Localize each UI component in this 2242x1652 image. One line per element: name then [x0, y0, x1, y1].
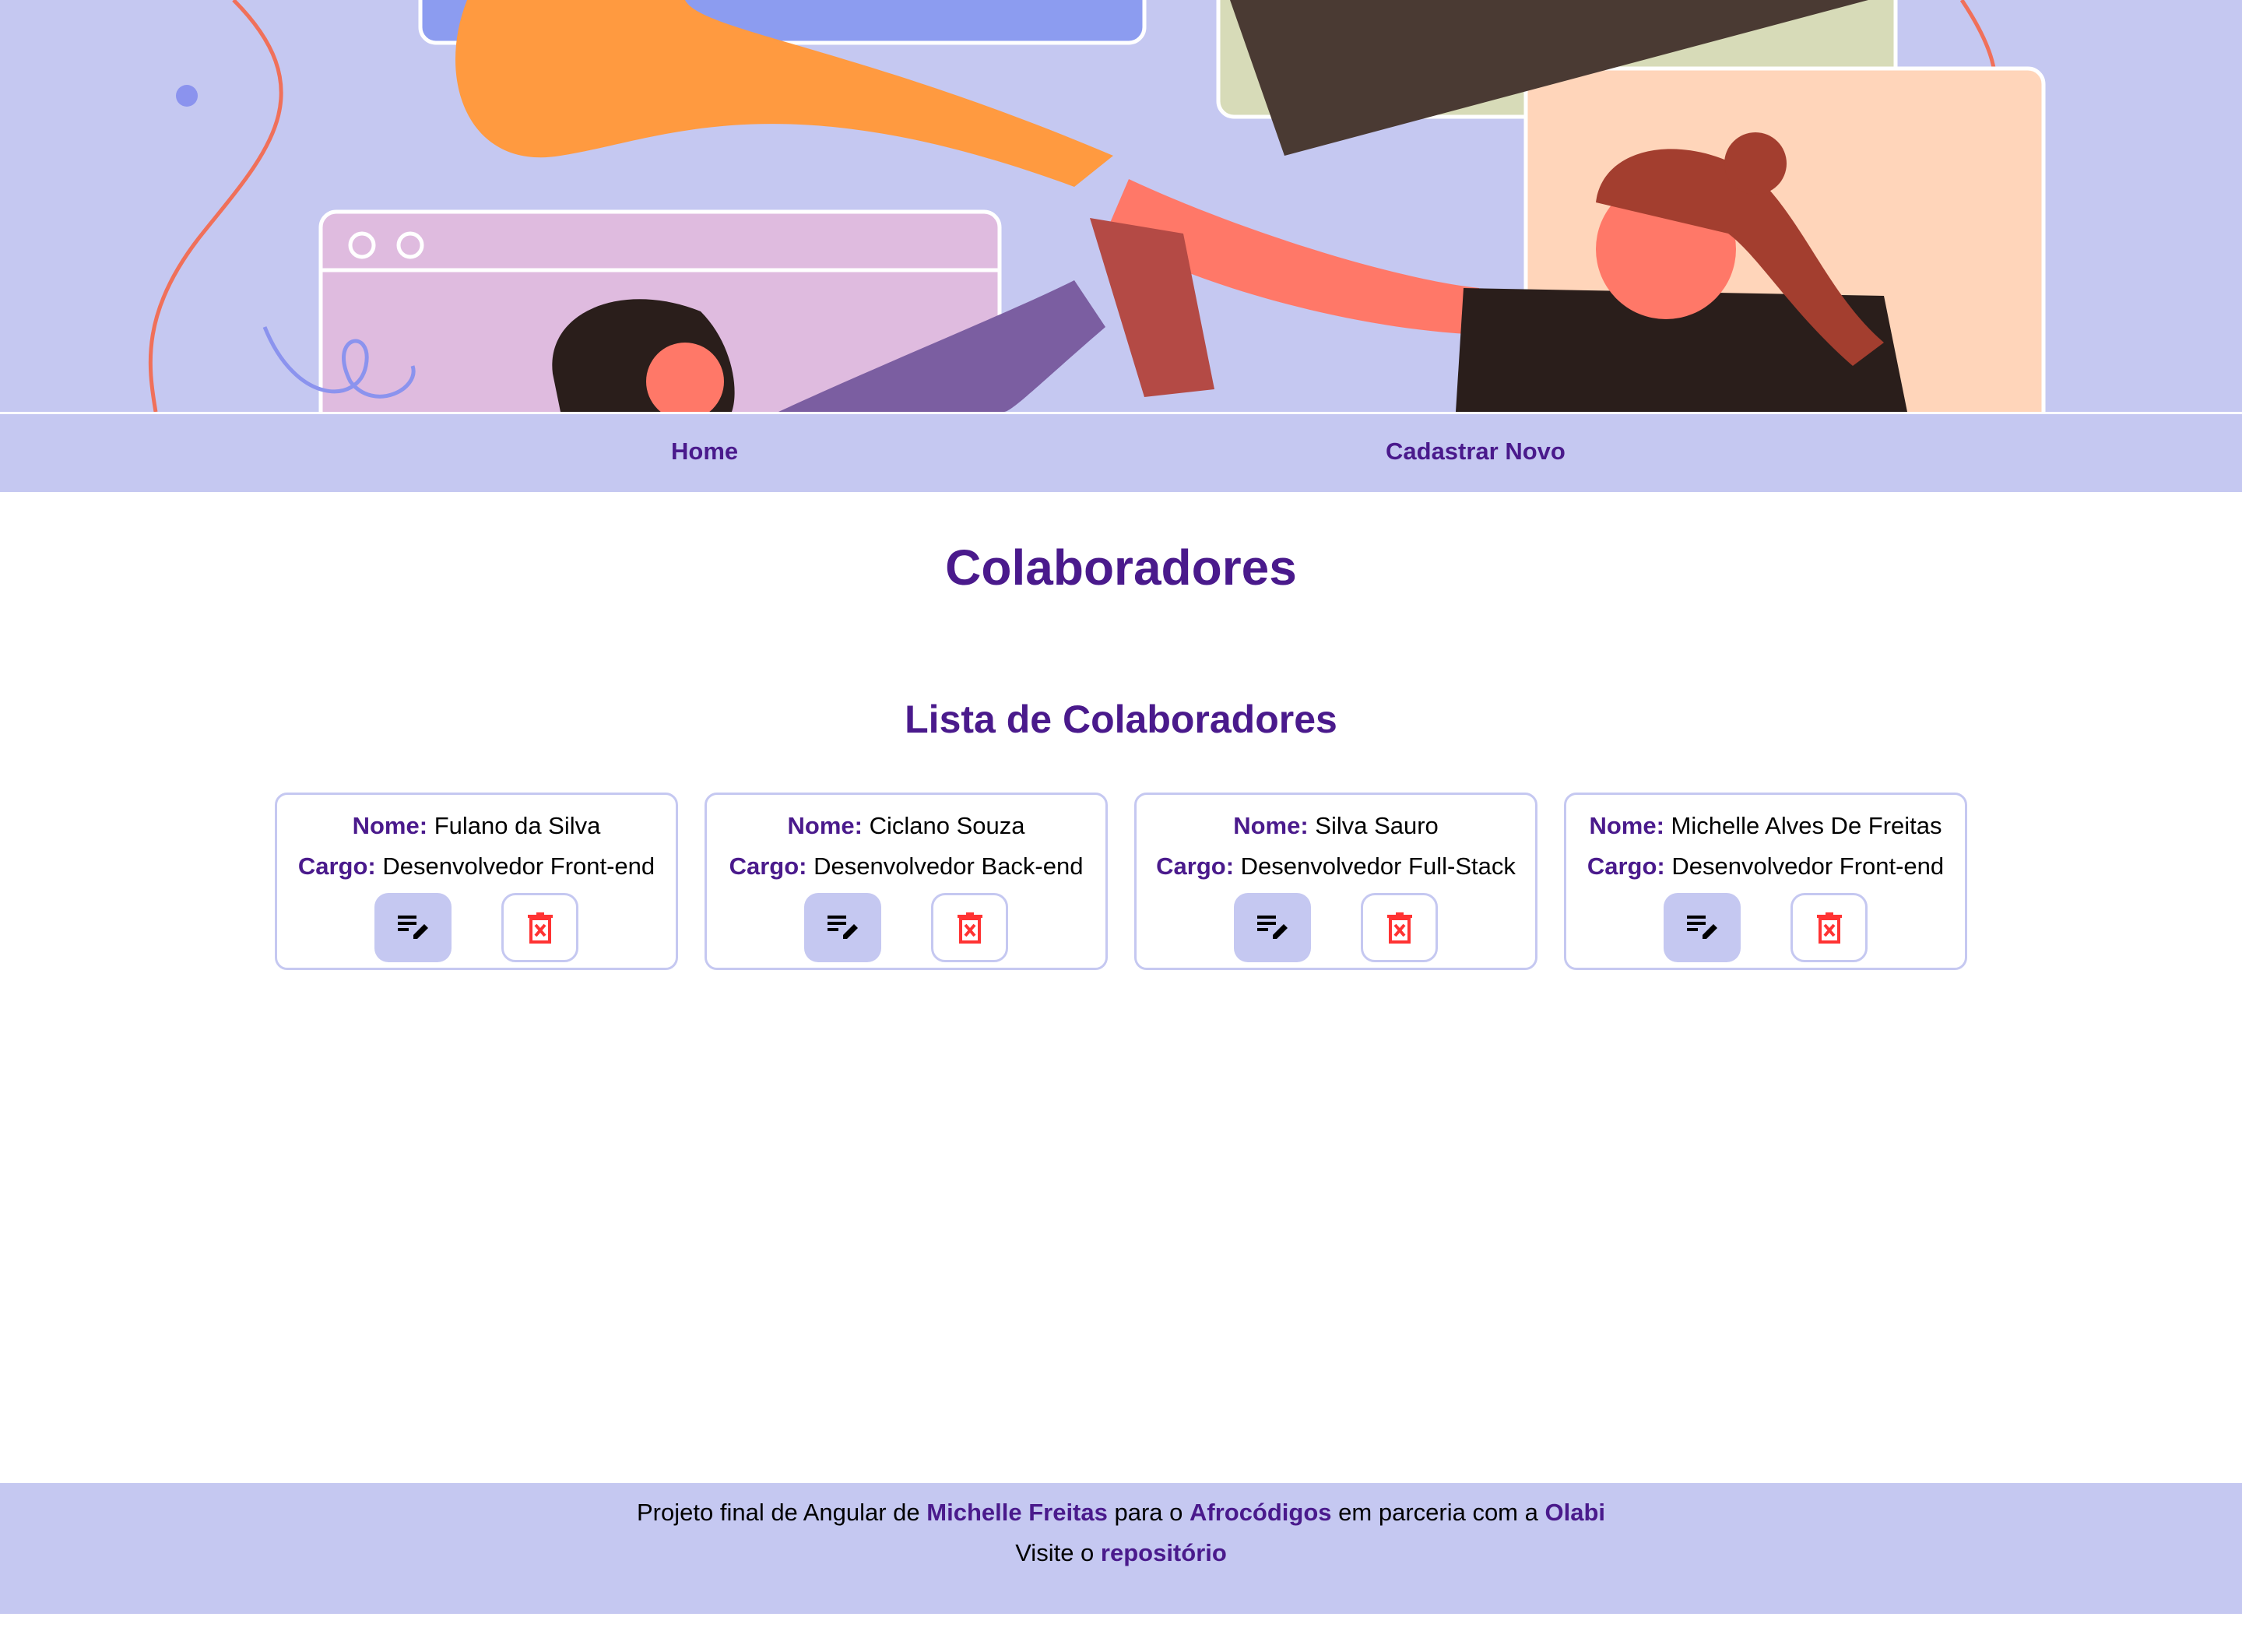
collaborator-card: Nome: Fulano da Silva Cargo: Desenvolved…: [275, 793, 678, 970]
collaborator-role: Desenvolvedor Front-end: [382, 852, 655, 880]
collaborator-name: Fulano da Silva: [434, 812, 601, 839]
hero-illustration: [0, 0, 2242, 412]
footer-text: Visite o: [1015, 1539, 1101, 1566]
repository-link[interactable]: repositório: [1101, 1539, 1227, 1566]
trash-x-icon: [527, 912, 553, 944]
role-label: Cargo:: [729, 852, 807, 880]
afrocodigos-link[interactable]: Afrocódigos: [1190, 1499, 1332, 1526]
page-title: Colaboradores: [945, 540, 1297, 596]
footer-text: Projeto final de Angular de: [637, 1499, 927, 1526]
edit-note-icon: [827, 915, 858, 939]
author-link[interactable]: Michelle Freitas: [926, 1499, 1108, 1526]
olabi-link[interactable]: Olabi: [1544, 1499, 1605, 1526]
collaborator-card: Nome: Michelle Alves De Freitas Cargo: D…: [1564, 793, 1967, 970]
delete-button[interactable]: [931, 893, 1008, 962]
edit-button[interactable]: [1664, 893, 1741, 962]
edit-button[interactable]: [374, 893, 452, 962]
trash-x-icon: [1816, 912, 1842, 944]
collaborator-card: Nome: Ciclano Souza Cargo: Desenvolvedor…: [705, 793, 1108, 970]
list-title: Lista de Colaboradores: [905, 698, 1337, 741]
role-label: Cargo:: [1587, 852, 1665, 880]
collaborator-role: Desenvolvedor Back-end: [814, 852, 1084, 880]
delete-button[interactable]: [1361, 893, 1438, 962]
collaborator-list: Nome: Fulano da Silva Cargo: Desenvolved…: [275, 793, 1967, 970]
edit-note-icon: [397, 915, 428, 939]
name-label: Nome:: [1589, 812, 1664, 839]
role-label: Cargo:: [297, 852, 376, 880]
delete-button[interactable]: [501, 893, 578, 962]
top-nav: Home Cadastrar Novo: [0, 412, 2242, 492]
edit-button[interactable]: [804, 893, 881, 962]
collaborator-name: Michelle Alves De Freitas: [1671, 812, 1942, 839]
name-label: Nome:: [787, 812, 863, 839]
trash-x-icon: [1386, 912, 1412, 944]
edit-button[interactable]: [1234, 893, 1311, 962]
collaborator-role: Desenvolvedor Full-Stack: [1240, 852, 1516, 880]
footer-text: em parceria com a: [1331, 1499, 1545, 1526]
footer-text: para o: [1107, 1499, 1190, 1526]
footer: Projeto final de Angular de Michelle Fre…: [0, 1483, 2242, 1614]
edit-note-icon: [1686, 915, 1717, 939]
nav-home[interactable]: Home: [671, 438, 738, 466]
trash-x-icon: [957, 912, 982, 944]
edit-note-icon: [1256, 915, 1288, 939]
name-label: Nome:: [1233, 812, 1309, 839]
nav-cadastrar-novo[interactable]: Cadastrar Novo: [1386, 438, 1566, 466]
collaborator-card: Nome: Silva Sauro Cargo: Desenvolvedor F…: [1134, 793, 1537, 970]
delete-button[interactable]: [1790, 893, 1868, 962]
collaborator-role: Desenvolvedor Front-end: [1671, 852, 1945, 880]
collaborator-name: Silva Sauro: [1315, 812, 1439, 839]
name-label: Nome:: [352, 812, 428, 839]
collaborator-name: Ciclano Souza: [869, 812, 1025, 839]
role-label: Cargo:: [1156, 852, 1235, 880]
